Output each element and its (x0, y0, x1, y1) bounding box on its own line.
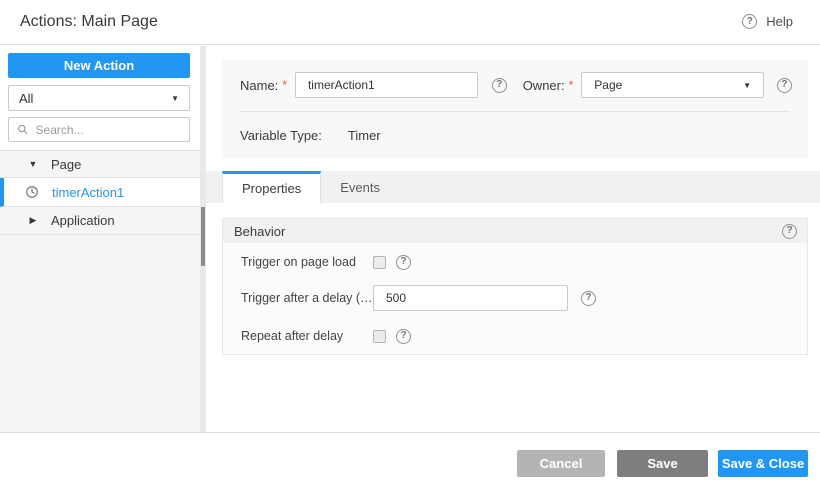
owner-dropdown-value: Page (594, 78, 623, 92)
behavior-section: Behavior ? Trigger on page load ? Trigge… (222, 218, 808, 355)
owner-label: Owner: (522, 77, 565, 93)
delay-help-icon[interactable]: ? (581, 290, 596, 306)
main-panel: Name: * ? Owner: * Page ▼ ? Variable Typ… (206, 46, 820, 432)
caret-down-icon[interactable]: ▼ (28, 159, 38, 169)
dialog-footer: Cancel Save Save & Close (0, 432, 820, 490)
cancel-button[interactable]: Cancel (517, 450, 605, 477)
delay-label: Trigger after a delay (millisec... (241, 291, 373, 305)
variable-type-label: Variable Type: (240, 128, 322, 143)
caret-right-icon[interactable]: ▶ (28, 215, 38, 226)
name-help-icon[interactable]: ? (491, 77, 507, 93)
page-title: Actions: Main Page (20, 13, 158, 30)
repeat-after-delay-row: Repeat after delay ? (241, 323, 411, 349)
tree-item-timer-action-label: timerAction1 (52, 184, 125, 200)
owner-required-marker: * (568, 78, 574, 92)
behavior-section-header: Behavior ? (223, 219, 807, 243)
action-summary-form: Name: * ? Owner: * Page ▼ ? Variable Typ… (222, 60, 808, 158)
variable-type-row: Variable Type: Timer (240, 128, 381, 143)
filter-dropdown-value: All (19, 90, 34, 106)
clock-icon (26, 186, 38, 198)
behavior-section-title: Behavior (234, 223, 286, 239)
name-label: Name: (240, 77, 279, 93)
search-icon (18, 124, 28, 135)
tab-events[interactable]: Events (321, 171, 399, 203)
save-and-close-button[interactable]: Save & Close (718, 450, 808, 477)
trigger-on-load-checkbox[interactable] (373, 255, 386, 269)
detail-tabbar: Properties Events (206, 171, 820, 203)
search-box[interactable] (8, 117, 190, 142)
filter-dropdown[interactable]: All ▼ (8, 85, 190, 111)
form-divider (240, 111, 790, 112)
chevron-down-icon: ▼ (743, 80, 751, 90)
dialog-header: Actions: Main Page ? Help (0, 0, 820, 45)
save-button[interactable]: Save (617, 450, 708, 477)
tree-group-application-label: Application (51, 213, 115, 228)
name-required-marker: * (282, 78, 287, 92)
name-owner-row: Name: * ? Owner: * Page ▼ ? (240, 72, 792, 98)
owner-dropdown[interactable]: Page ▼ (581, 72, 764, 98)
repeat-after-delay-label: Repeat after delay (241, 329, 344, 343)
owner-help-icon[interactable]: ? (776, 77, 792, 93)
trigger-on-load-help-icon[interactable]: ? (396, 254, 411, 270)
actions-dialog: Actions: Main Page ? Help New Action All… (0, 0, 820, 490)
tree-item-timer-action[interactable]: timerAction1 (0, 178, 200, 207)
repeat-after-delay-checkbox[interactable] (373, 329, 386, 343)
name-field[interactable] (294, 72, 478, 98)
actions-sidebar: New Action All ▼ ▼ Page timerAction1 (0, 46, 200, 432)
variable-type-value: Timer (347, 128, 381, 143)
trigger-on-load-row: Trigger on page load ? (241, 249, 411, 275)
behavior-help-icon[interactable]: ? (782, 223, 797, 239)
search-input[interactable] (35, 122, 181, 137)
trigger-on-load-label: Trigger on page load (241, 255, 356, 269)
tab-properties[interactable]: Properties (222, 171, 322, 203)
help-icon: ? (742, 14, 758, 29)
new-action-button[interactable]: New Action (8, 53, 190, 78)
tree-group-page[interactable]: ▼ Page (0, 151, 200, 178)
tree-group-application[interactable]: ▶ Application (0, 207, 200, 235)
delay-row: Trigger after a delay (millisec... ? (241, 285, 596, 311)
tree-group-page-label: Page (51, 156, 82, 172)
help-link[interactable]: ? Help (742, 14, 793, 29)
chevron-down-icon: ▼ (171, 93, 179, 103)
repeat-after-delay-help-icon[interactable]: ? (396, 328, 411, 344)
sidebar-scrollbar-thumb[interactable] (201, 207, 205, 266)
help-label: Help (766, 14, 793, 29)
delay-field[interactable] (373, 285, 568, 311)
actions-tree: ▼ Page timerAction1 ▶ Application (0, 150, 200, 432)
